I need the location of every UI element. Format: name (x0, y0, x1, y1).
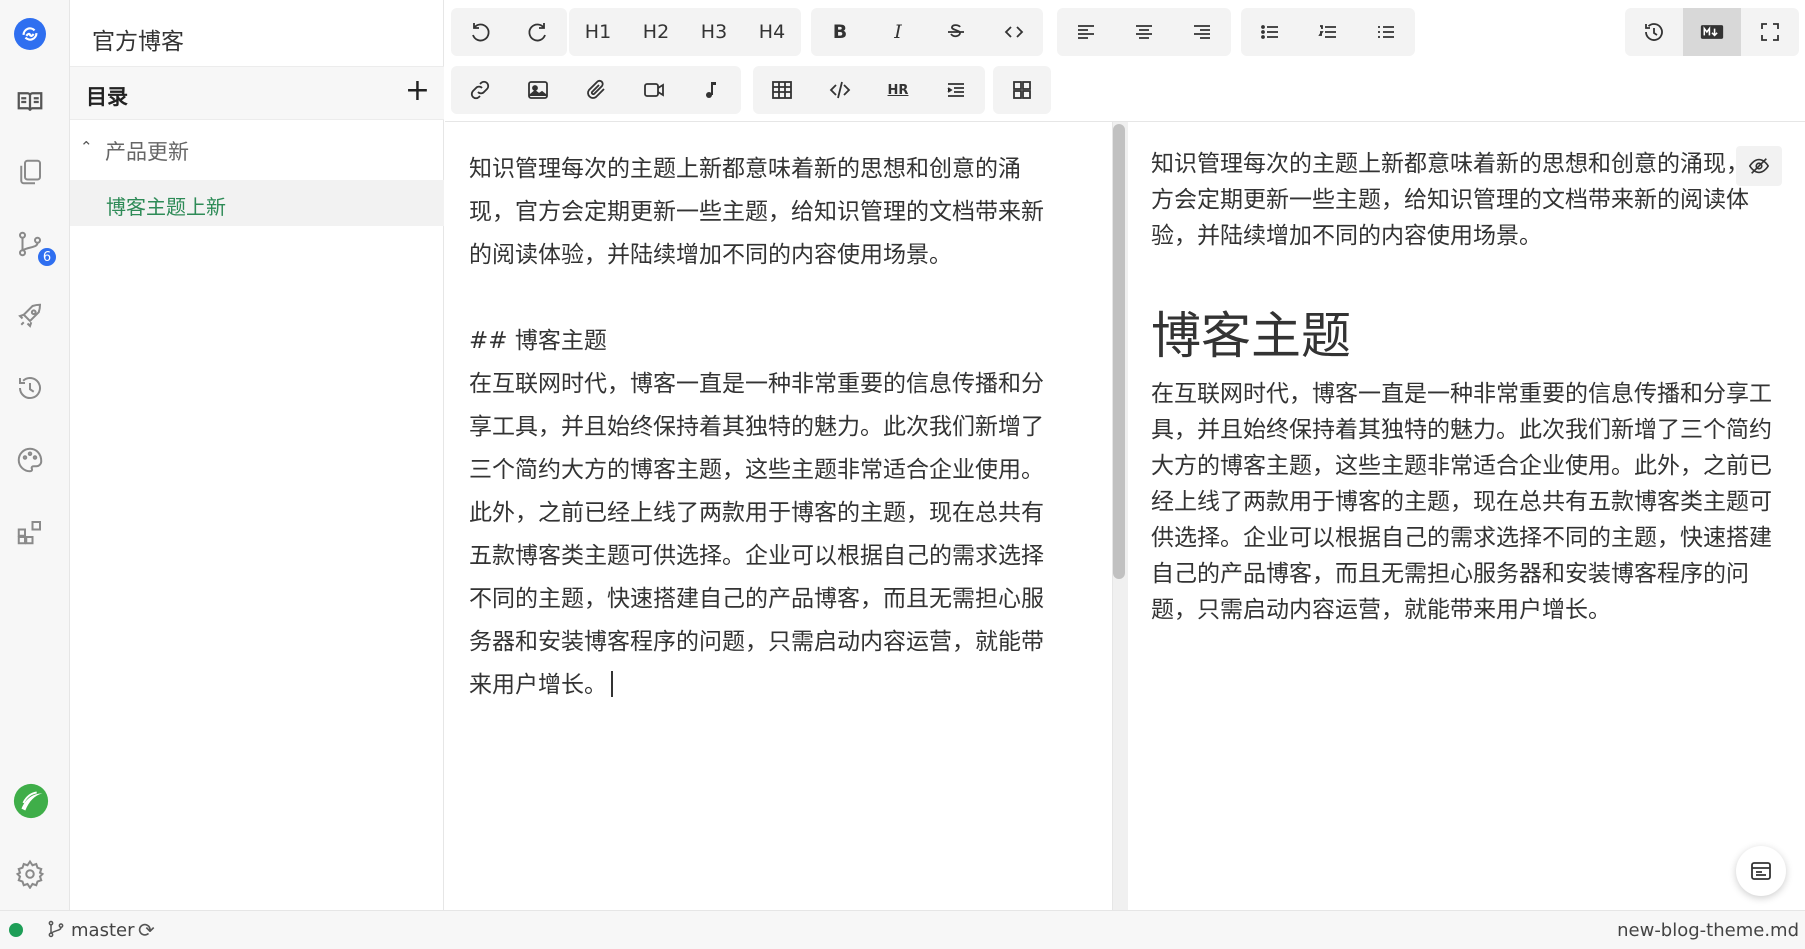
brand-leaf-icon (12, 782, 50, 820)
preview-paragraph-2: 在互联网时代，博客一直是一种非常重要的信息传播和分享工具，并且始终保持着其独特的… (1151, 381, 1772, 623)
preview-heading: 博客主题 (1151, 307, 1351, 365)
bold-button[interactable]: B (811, 8, 869, 56)
folder-label: 产品更新 (105, 140, 189, 164)
attachment-icon[interactable] (567, 66, 625, 114)
heading4-button[interactable]: H4 (743, 8, 801, 56)
project-title: 官方博客 (92, 29, 184, 55)
sync-icon[interactable]: ⟳ (138, 918, 155, 942)
align-left-icon[interactable] (1057, 8, 1115, 56)
link-icon[interactable] (451, 66, 509, 114)
file-label: 博客主题上新 (106, 195, 226, 219)
editor-text: 知识管理每次的主题上新都意味着新的思想和创意的涌 现，官方会定期更新一些主题，给… (469, 156, 1044, 698)
expand-collapse-icon[interactable]: ⌃ (80, 138, 93, 156)
preview-paragraph-1: 知识管理每次的主题上新都意味着新的思想和创意的涌现，官方会定期更新一些主题，给知… (1151, 151, 1772, 249)
align-right-icon[interactable] (1173, 8, 1231, 56)
table-icon[interactable] (753, 66, 811, 114)
horizontal-rule-button[interactable]: HR (869, 66, 927, 114)
extensions-icon[interactable] (12, 514, 48, 550)
history-icon[interactable] (12, 370, 48, 406)
markdown-preview: 知识管理每次的主题上新都意味着新的思想和创意的涌现，官方会定期更新一些主题，给知… (1128, 122, 1805, 910)
notification-badge: 6 (36, 246, 58, 268)
heading3-button[interactable]: H3 (685, 8, 743, 56)
italic-button[interactable]: I (869, 8, 927, 56)
align-center-icon[interactable] (1115, 8, 1173, 56)
text-caret (611, 671, 613, 697)
add-icon[interactable]: + (405, 73, 430, 108)
history-icon[interactable] (1625, 8, 1683, 56)
fullscreen-icon[interactable] (1741, 8, 1799, 56)
outline-panel-icon[interactable] (1736, 846, 1786, 896)
copy-icon[interactable] (12, 154, 48, 190)
ordered-list-icon[interactable] (1299, 8, 1357, 56)
toc-insert-icon[interactable] (927, 66, 985, 114)
toc-header: 目录 + (70, 66, 444, 120)
settings-gear-icon[interactable] (12, 856, 48, 892)
palette-icon[interactable] (12, 442, 48, 478)
editor-scrollbar-thumb[interactable] (1113, 124, 1125, 579)
heading2-button[interactable]: H2 (627, 8, 685, 56)
app-logo-icon[interactable] (14, 18, 46, 50)
sidebar: 官方博客 目录 + ⌃ 产品更新 博客主题上新 (70, 0, 444, 910)
branch-name[interactable]: master (71, 920, 134, 941)
audio-icon[interactable] (683, 66, 741, 114)
git-branch-icon[interactable]: 6 (12, 226, 58, 268)
markdown-editor[interactable]: 知识管理每次的主题上新都意味着新的思想和创意的涌 现，官方会定期更新一些主题，给… (445, 122, 1113, 910)
activity-bar: 6 (0, 0, 70, 910)
book-icon[interactable] (12, 84, 48, 120)
undo-icon[interactable] (451, 8, 509, 56)
video-icon[interactable] (625, 66, 683, 114)
markdown-mode-icon[interactable] (1683, 8, 1741, 56)
image-icon[interactable] (509, 66, 567, 114)
git-branch-icon (46, 919, 66, 944)
rocket-icon[interactable] (12, 298, 48, 334)
hide-preview-icon[interactable] (1736, 146, 1782, 186)
inline-code-icon[interactable] (985, 8, 1043, 56)
toc-title: 目录 (86, 85, 128, 109)
strikethrough-icon[interactable] (927, 8, 985, 56)
connection-status-dot (9, 923, 23, 937)
code-block-icon[interactable] (811, 66, 869, 114)
heading1-button[interactable]: H1 (569, 8, 627, 56)
current-filename: new-blog-theme.md (1617, 920, 1799, 941)
editor-content[interactable]: 知识管理每次的主题上新都意味着新的思想和创意的涌 现，官方会定期更新一些主题，给… (469, 148, 1079, 707)
more-grid-icon[interactable] (993, 66, 1051, 114)
status-bar: master ⟳ new-blog-theme.md (0, 910, 1805, 949)
editor-toolbar: H1 H2 H3 H4 B I HR (445, 0, 1805, 122)
redo-icon[interactable] (509, 8, 567, 56)
bullet-list-icon[interactable] (1241, 8, 1299, 56)
tree-file-active[interactable]: 博客主题上新 (70, 180, 444, 226)
tree-folder[interactable]: ⌃ 产品更新 (70, 128, 444, 174)
task-list-icon[interactable] (1357, 8, 1415, 56)
